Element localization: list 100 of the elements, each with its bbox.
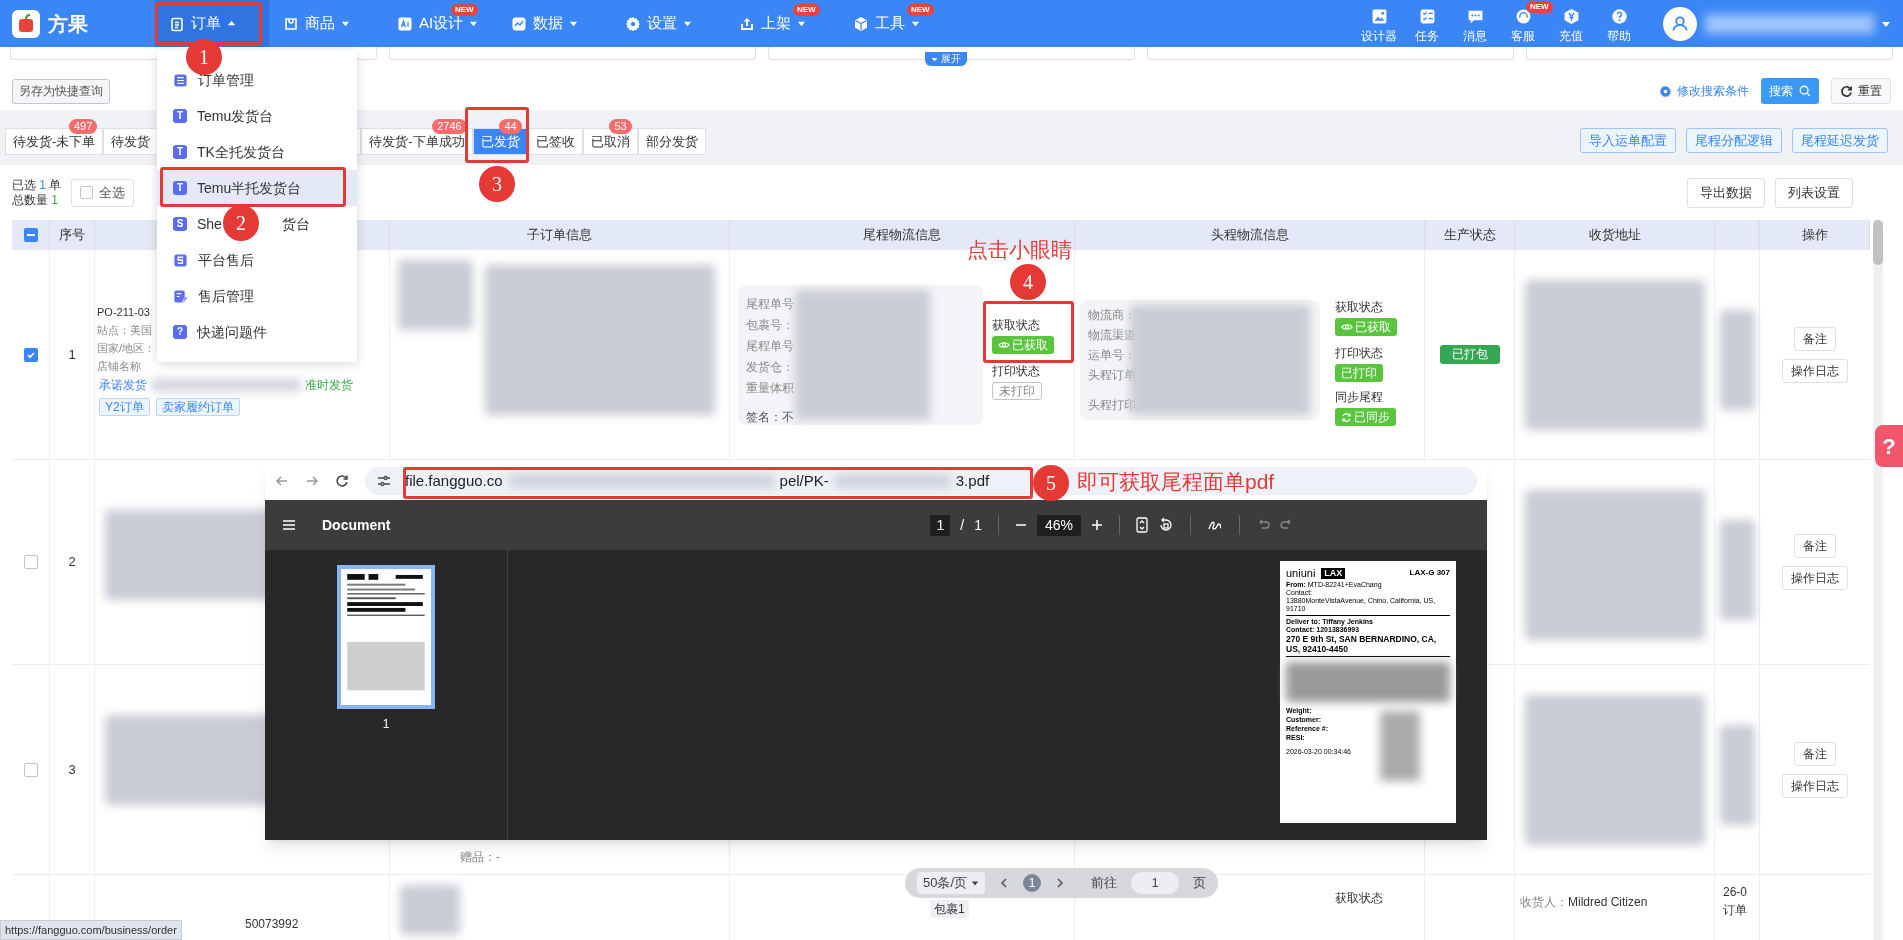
toolbar-button[interactable]: 导出数据: [1687, 177, 1765, 208]
tool-icon: [1562, 8, 1580, 25]
row-checkbox[interactable]: [23, 347, 38, 362]
count-badge: 497: [69, 119, 98, 134]
order-tag: Y2订单: [99, 398, 150, 416]
field-label: 签名：不: [746, 409, 795, 426]
gift-text: 赠品：-: [460, 849, 500, 866]
page-size-select[interactable]: 50条/页: [917, 872, 986, 894]
new-badge: NEW: [1526, 1, 1553, 13]
order-info-text: 站点：美国: [97, 323, 153, 337]
toolbar-button[interactable]: 任务: [1403, 0, 1451, 47]
new-badge: NEW: [907, 4, 934, 16]
column-header: 序号: [59, 226, 85, 245]
tool-icon: [1610, 8, 1628, 25]
eye-icon[interactable]: [998, 339, 1010, 351]
operation-button[interactable]: 备注: [1794, 326, 1836, 351]
back-icon[interactable]: [275, 474, 289, 488]
toolbar-button[interactable]: 设计器: [1355, 0, 1403, 47]
toolbar-button[interactable]: 消息: [1451, 0, 1499, 47]
next-page-icon[interactable]: [1055, 878, 1066, 888]
row-number: 1: [50, 250, 95, 459]
order-info-text: PO-211-03: [97, 305, 151, 319]
avatar-icon[interactable]: [1663, 6, 1697, 41]
nav-menu-item[interactable]: 设置: [611, 0, 725, 47]
order-number-text: 50073992: [245, 916, 299, 933]
status-label: 打印状态: [1335, 345, 1384, 362]
reload-icon[interactable]: [335, 474, 349, 488]
rotate-icon[interactable]: [1157, 517, 1174, 533]
annotation-note: 即可获取尾程面单pdf: [1077, 469, 1275, 495]
menu-item[interactable]: T Temu半托发货台: [157, 170, 357, 206]
blurred-content: [1380, 711, 1420, 781]
document-title: Document: [322, 515, 391, 535]
filter-input[interactable]: [1526, 47, 1893, 60]
filter-input[interactable]: [389, 47, 756, 60]
zoom-field[interactable]: 46%: [1036, 514, 1081, 536]
toolbar-button[interactable]: 帮助: [1595, 0, 1643, 47]
promise-label: 承诺发货: [99, 377, 147, 394]
operation-button[interactable]: 备注: [1794, 534, 1836, 558]
field-label: 尾程单号: [746, 296, 795, 313]
scrollbar[interactable]: [1873, 220, 1883, 940]
page-number-field[interactable]: 1: [930, 514, 951, 536]
toolbar-button[interactable]: 列表设置: [1775, 177, 1853, 208]
new-badge: NEW: [451, 4, 478, 16]
page-button[interactable]: 1: [1023, 874, 1042, 892]
order-tag: 卖家履约订单: [155, 398, 240, 416]
status-badge: 已同步: [1335, 408, 1396, 426]
fit-page-icon[interactable]: [1135, 517, 1148, 533]
column-header: 子订单信息: [527, 226, 592, 245]
field-label: 尾程单号: [746, 338, 795, 355]
nav-menu-item[interactable]: 商品: [269, 0, 383, 47]
tool-icon: [1418, 8, 1436, 25]
cell-text: 26-0: [1723, 884, 1749, 901]
eye-icon[interactable]: [1341, 321, 1353, 333]
reset-button[interactable]: 重置: [1831, 78, 1891, 104]
menu-icon[interactable]: [281, 517, 297, 533]
caret-icon: [797, 19, 806, 28]
on-time-label: 准时发货: [305, 377, 353, 394]
menu-item[interactable]: ? 快递问题件: [157, 314, 357, 350]
menu-item[interactable]: T Temu发货台: [157, 98, 357, 134]
select-all-checkbox[interactable]: 全选: [71, 178, 135, 207]
row-checkbox[interactable]: [23, 762, 38, 777]
edit-conditions-link[interactable]: 修改搜索条件: [1659, 82, 1749, 100]
save-query-button[interactable]: 另存为快捷查询: [12, 78, 110, 104]
field-label: 头程打印: [1088, 397, 1137, 414]
menu-item[interactable]: 平台售后: [157, 242, 357, 278]
status-tab[interactable]: 部分发货: [637, 128, 706, 155]
status-label: 获取状态: [1335, 890, 1383, 907]
header-checkbox[interactable]: [23, 228, 38, 242]
operation-button[interactable]: 备注: [1794, 741, 1836, 766]
zoom-in-icon[interactable]: [1090, 519, 1103, 531]
nav-item-icon: [739, 15, 755, 32]
thumbnail-page-number: 1: [382, 716, 390, 733]
filter-input[interactable]: [1147, 47, 1514, 60]
count-badge: 53: [609, 119, 632, 134]
status-tab[interactable]: 已签收: [527, 128, 583, 155]
consignee-name: Mildred Citizen: [1568, 894, 1648, 911]
column-header: 生产状态: [1443, 226, 1496, 245]
page-thumbnail[interactable]: [337, 565, 435, 709]
nav-menu-item[interactable]: 数据: [497, 0, 611, 47]
menu-item[interactable]: T TK全托发货台: [157, 134, 357, 170]
menu-item[interactable]: 售后管理: [157, 278, 357, 314]
row-checkbox[interactable]: [23, 555, 38, 569]
status-bar-url: https://fangguo.com/business/order: [0, 920, 182, 940]
tool-icon: [1370, 8, 1388, 25]
page-count: 1: [974, 515, 982, 535]
goto-page-field[interactable]: 1: [1131, 872, 1180, 894]
nav-item-icon: [169, 15, 185, 32]
count-badge: 2746: [432, 119, 467, 134]
menu-item-icon: [173, 252, 188, 268]
previous-page-icon[interactable]: [999, 878, 1010, 888]
operation-button[interactable]: 操作日志: [1782, 566, 1848, 590]
forward-icon[interactable]: [305, 474, 319, 488]
tool-icon: [1514, 8, 1532, 25]
field-label: 头程订单: [1088, 367, 1137, 384]
operation-button[interactable]: 操作日志: [1782, 773, 1848, 798]
operation-button[interactable]: 操作日志: [1782, 358, 1848, 383]
field-label: 物流渠道: [1088, 327, 1137, 344]
site-settings-icon[interactable]: [377, 474, 391, 488]
selected-count-text: 已选 1 单: [12, 177, 62, 193]
expand-button[interactable]: 展开: [925, 52, 967, 66]
